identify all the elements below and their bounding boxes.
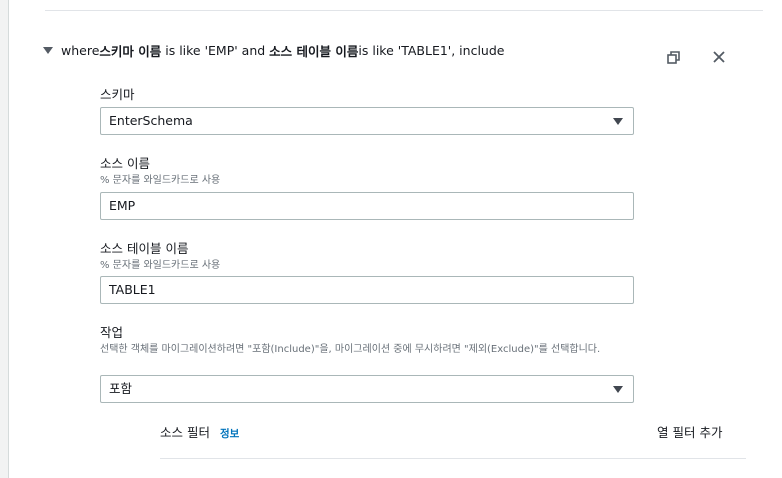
rule-summary: where 스키마 이름 is like 'EMP' and 소스 테이블 이름… — [43, 38, 504, 62]
add-column-filter-button[interactable]: 열 필터 추가 — [657, 422, 722, 441]
schema-value: EnterSchema — [109, 113, 193, 128]
source-table-hint: % 문자를 와일드카드로 사용 — [100, 260, 221, 271]
rule-table-label: 소스 테이블 이름 — [269, 43, 359, 59]
copy-icon[interactable] — [666, 50, 682, 66]
divider — [160, 458, 746, 459]
source-name-value: EMP — [109, 198, 136, 213]
rule-mid1: is like 'EMP' and — [161, 42, 270, 58]
caret-down-icon[interactable] — [43, 46, 53, 54]
source-name-field: 소스 이름 % 문자를 와일드카드로 사용 — [100, 153, 630, 187]
schema-field: 스키마 — [100, 84, 630, 103]
source-name-input[interactable]: EMP — [100, 192, 634, 220]
source-table-value: TABLE1 — [109, 282, 156, 297]
action-select[interactable]: 포함 — [100, 375, 634, 403]
source-filter-heading: 소스 필터 정보 — [160, 422, 239, 441]
action-value: 포함 — [109, 381, 133, 396]
dropdown-arrow-icon — [613, 386, 623, 393]
rule-schema-label: 스키마 이름 — [99, 43, 162, 59]
source-table-input[interactable]: TABLE1 — [100, 276, 634, 304]
action-field: 작업 선택한 객체를 마이그레이션하려면 "포함(Include)"을, 마이그… — [100, 322, 626, 356]
divider — [45, 10, 763, 11]
action-label: 작업 — [100, 325, 124, 340]
source-name-label: 소스 이름 — [100, 156, 150, 171]
schema-label: 스키마 — [100, 87, 135, 102]
rule-prefix: where — [61, 42, 100, 58]
schema-select[interactable]: EnterSchema — [100, 107, 634, 135]
source-filter-label: 소스 필터 — [160, 425, 210, 440]
source-table-label: 소스 테이블 이름 — [100, 241, 189, 256]
source-name-hint: % 문자를 와일드카드로 사용 — [100, 175, 221, 186]
dropdown-arrow-icon — [613, 118, 623, 125]
info-link[interactable]: 정보 — [220, 426, 239, 441]
rule-mid2: is like 'TABLE1', include — [358, 42, 505, 58]
action-hint: 선택한 객체를 마이그레이션하려면 "포함(Include)"을, 마이그레이션… — [100, 344, 601, 355]
source-table-field: 소스 테이블 이름 % 문자를 와일드카드로 사용 — [100, 238, 630, 272]
close-icon[interactable] — [711, 49, 727, 65]
